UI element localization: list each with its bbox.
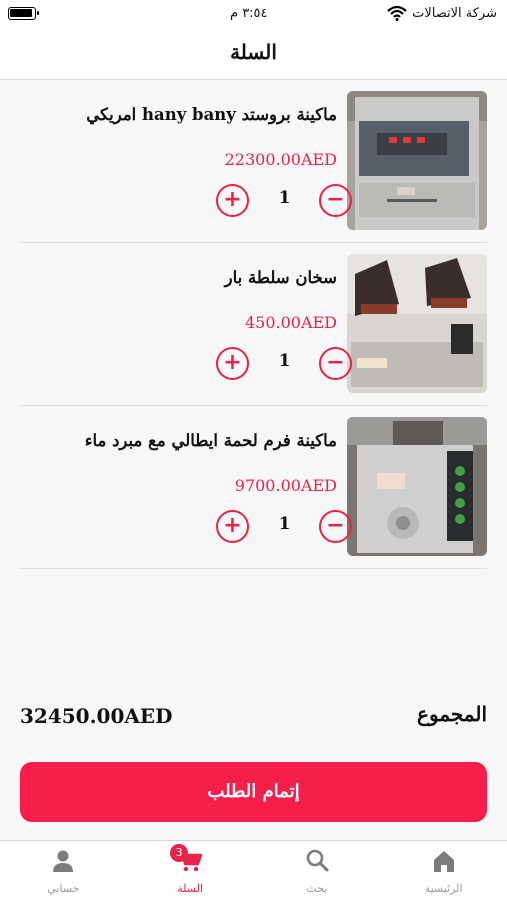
nav-header: السلة: [0, 28, 507, 80]
cart-total-row: المجموع 32450.00AED: [20, 700, 487, 736]
quantity-value: 1: [278, 188, 291, 208]
product-name: سخان سلطة بار: [224, 268, 337, 287]
increase-quantity-button[interactable]: +: [216, 510, 249, 543]
tab-label: بحث: [306, 882, 328, 895]
product-image-heater[interactable]: [347, 254, 487, 393]
tab-search[interactable]: بحث: [254, 841, 381, 900]
clock-time: ٣:٥٤ م: [230, 6, 268, 21]
total-value: 32450.00AED: [20, 704, 173, 728]
user-icon: [49, 847, 77, 875]
checkout-button[interactable]: إتمام الطلب: [20, 762, 487, 822]
search-icon: [303, 847, 331, 875]
increase-quantity-button[interactable]: +: [216, 184, 249, 217]
cart-count-badge: 3: [170, 844, 189, 862]
tab-home[interactable]: الرئيسية: [380, 841, 507, 900]
total-label: المجموع: [417, 702, 487, 726]
cart-icon: 3: [170, 844, 204, 875]
tab-label: الرئيسية: [424, 882, 463, 895]
tab-label: السلة: [177, 882, 203, 895]
cart-item: ماكينة بروستد hany bany امريكي 22300.00A…: [20, 80, 487, 243]
quantity-value: 1: [278, 351, 291, 371]
product-name: ماكينة فرم لحمة ايطالي مع مبرد ماء: [84, 431, 337, 450]
product-price: 9700.00AED: [234, 476, 337, 495]
cart-list: ماكينة بروستد hany bany امريكي 22300.00A…: [0, 80, 507, 569]
tab-label: حسابي: [47, 882, 80, 895]
quantity-stepper: + 1 −: [216, 510, 352, 546]
quantity-stepper: + 1 −: [216, 184, 352, 220]
product-image-grinder[interactable]: [347, 417, 487, 556]
decrease-quantity-button[interactable]: −: [319, 510, 352, 543]
battery-icon: [8, 7, 39, 20]
product-price: 22300.00AED: [224, 150, 337, 169]
tab-cart[interactable]: 3 السلة: [127, 841, 254, 900]
product-image-fryer[interactable]: [347, 91, 487, 230]
home-icon: [430, 847, 458, 875]
increase-quantity-button[interactable]: +: [216, 347, 249, 380]
quantity-stepper: + 1 −: [216, 347, 352, 383]
page-title: السلة: [230, 40, 277, 64]
product-name: ماكينة بروستد hany bany امريكي: [86, 105, 337, 124]
cart-item: سخان سلطة بار 450.00AED + 1 −: [20, 243, 487, 406]
decrease-quantity-button[interactable]: −: [319, 184, 352, 217]
status-bar: شركة الاتصالات ٣:٥٤ م: [0, 0, 507, 28]
product-price: 450.00AED: [244, 313, 337, 332]
tab-bar: الرئيسية بحث 3 السلة حسابي: [0, 840, 507, 900]
tab-account[interactable]: حسابي: [0, 841, 127, 900]
quantity-value: 1: [278, 514, 291, 534]
decrease-quantity-button[interactable]: −: [319, 347, 352, 380]
wifi-icon: [387, 5, 407, 25]
cart-item: ماكينة فرم لحمة ايطالي مع مبرد ماء 9700.…: [20, 406, 487, 569]
carrier-name: شركة الاتصالات: [412, 6, 497, 21]
